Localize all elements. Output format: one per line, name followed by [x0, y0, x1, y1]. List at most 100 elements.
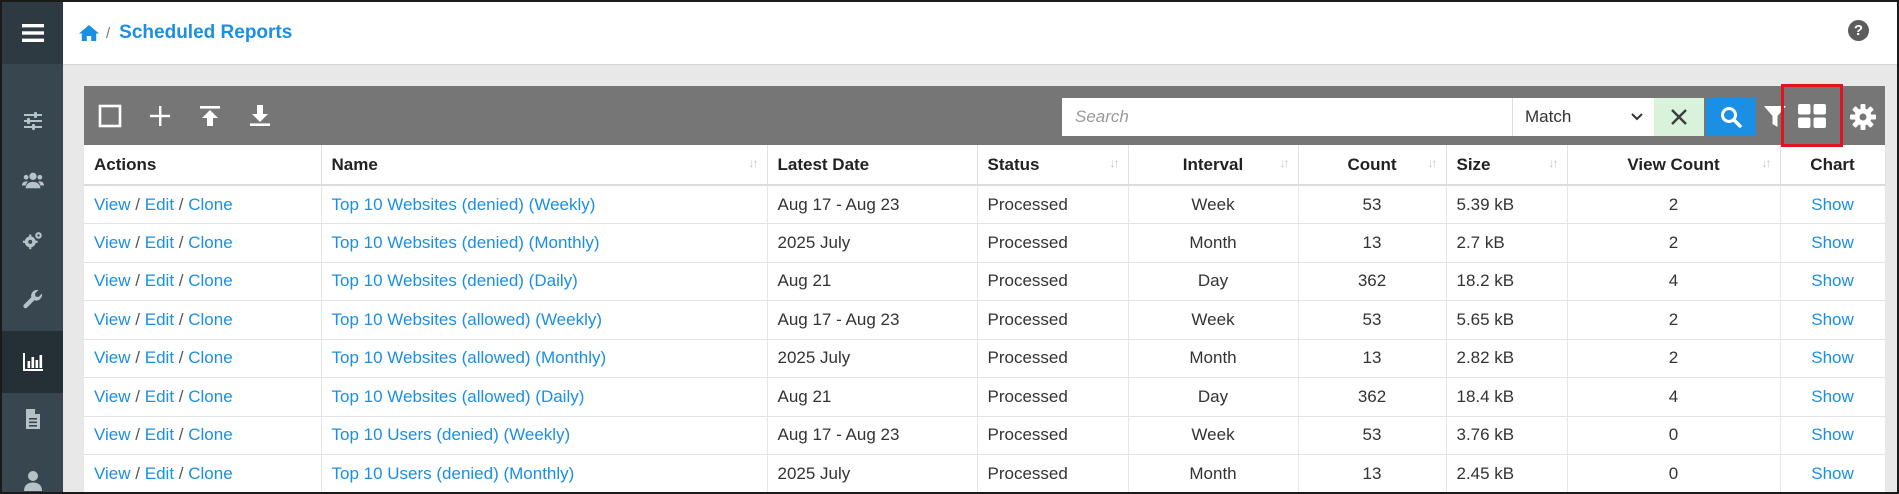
action-separator: /	[178, 348, 184, 368]
column-header-view-count[interactable]: View Count ↓↑	[1567, 145, 1781, 186]
report-name-link[interactable]: Top 10 Websites (denied) (Daily)	[332, 271, 578, 290]
show-chart-link[interactable]: Show	[1811, 464, 1854, 483]
report-name-link[interactable]: Top 10 Users (denied) (Weekly)	[332, 425, 571, 444]
clone-link[interactable]: Clone	[188, 233, 232, 252]
sidebar-item-tools[interactable]	[2, 268, 63, 330]
upload-icon	[200, 106, 220, 126]
column-header-status[interactable]: Status ↓↑	[977, 145, 1129, 186]
column-header-count[interactable]: Count ↓↑	[1298, 145, 1447, 186]
sidebar-item-account[interactable]	[2, 449, 63, 492]
grid-view-button[interactable]	[1781, 84, 1843, 147]
clone-link[interactable]: Clone	[188, 387, 232, 406]
sidebar-item-documents[interactable]	[2, 388, 63, 450]
clear-search-button[interactable]	[1654, 98, 1704, 136]
action-separator: /	[135, 194, 141, 214]
size-cell: 2.82 kB	[1446, 339, 1568, 378]
actions-cell: View / Edit / Clone	[84, 262, 322, 301]
interval-cell: Week	[1128, 300, 1299, 340]
actions-cell: View / Edit / Clone	[84, 339, 322, 378]
status-cell: Processed	[977, 300, 1129, 340]
edit-link[interactable]: Edit	[145, 348, 174, 367]
show-chart-link[interactable]: Show	[1811, 387, 1854, 406]
chart-cell: Show	[1780, 300, 1886, 340]
wrench-icon	[22, 289, 42, 309]
edit-link[interactable]: Edit	[145, 195, 174, 214]
sidebar-item-settings[interactable]	[2, 90, 63, 152]
upload-button[interactable]	[193, 99, 227, 133]
page-title[interactable]: Scheduled Reports	[119, 22, 292, 44]
column-header-interval[interactable]: Interval ↓↑	[1128, 145, 1299, 186]
view-link[interactable]: View	[94, 310, 131, 329]
view-link[interactable]: View	[94, 195, 131, 214]
edit-link[interactable]: Edit	[145, 464, 174, 483]
name-cell: Top 10 Websites (denied) (Monthly)	[321, 223, 768, 263]
report-name-link[interactable]: Top 10 Websites (allowed) (Weekly)	[332, 310, 603, 329]
settings-button[interactable]	[1846, 100, 1880, 134]
edit-link[interactable]: Edit	[145, 233, 174, 252]
edit-link[interactable]: Edit	[145, 387, 174, 406]
show-chart-link[interactable]: Show	[1811, 310, 1854, 329]
sort-icon: ↓↑	[1109, 156, 1120, 170]
view-link[interactable]: View	[94, 233, 131, 252]
edit-link[interactable]: Edit	[145, 271, 174, 290]
add-button[interactable]	[143, 99, 177, 133]
user-icon	[23, 471, 42, 491]
gears-icon	[22, 232, 42, 250]
show-chart-link[interactable]: Show	[1811, 271, 1854, 290]
chevron-down-icon	[1631, 113, 1643, 121]
show-chart-link[interactable]: Show	[1811, 348, 1854, 367]
menu-toggle-button[interactable]	[2, 2, 63, 64]
actions-cell: View / Edit / Clone	[84, 377, 322, 417]
clone-link[interactable]: Clone	[188, 425, 232, 444]
column-header-actions: Actions	[84, 145, 322, 186]
status-cell: Processed	[977, 377, 1129, 417]
edit-link[interactable]: Edit	[145, 425, 174, 444]
report-name-link[interactable]: Top 10 Users (denied) (Monthly)	[332, 464, 575, 483]
interval-cell: Day	[1128, 262, 1299, 301]
actions-cell: View / Edit / Clone	[84, 416, 322, 455]
view-link[interactable]: View	[94, 464, 131, 483]
clone-link[interactable]: Clone	[188, 348, 232, 367]
show-chart-link[interactable]: Show	[1811, 425, 1854, 444]
report-name-link[interactable]: Top 10 Websites (denied) (Weekly)	[332, 195, 596, 214]
chart-cell: Show	[1780, 185, 1886, 224]
view-link[interactable]: View	[94, 425, 131, 444]
action-separator: /	[135, 463, 141, 483]
search-input[interactable]	[1062, 98, 1512, 136]
column-header-size[interactable]: Size ↓↑	[1446, 145, 1568, 186]
view-link[interactable]: View	[94, 348, 131, 367]
home-icon[interactable]	[79, 24, 99, 42]
latest-date-cell: Aug 21	[767, 262, 978, 301]
count-cell: 53	[1298, 300, 1447, 340]
report-name-link[interactable]: Top 10 Websites (allowed) (Monthly)	[332, 348, 607, 367]
match-select[interactable]: Match	[1512, 98, 1654, 136]
download-button[interactable]	[243, 99, 277, 133]
interval-cell: Week	[1128, 185, 1299, 224]
sidebar-item-reports[interactable]	[2, 331, 63, 393]
view-link[interactable]: View	[94, 271, 131, 290]
edit-link[interactable]: Edit	[145, 310, 174, 329]
search-button[interactable]	[1706, 98, 1756, 136]
help-icon[interactable]: ?	[1848, 20, 1869, 41]
clone-link[interactable]: Clone	[188, 310, 232, 329]
sidebar-item-configuration[interactable]	[2, 209, 63, 271]
show-chart-link[interactable]: Show	[1811, 233, 1854, 252]
table-body: View / Edit / Clone Top 10 Websites (deni…	[84, 185, 1886, 492]
view-link[interactable]: View	[94, 387, 131, 406]
view-count-cell: 0	[1567, 416, 1781, 455]
select-all-checkbox[interactable]	[93, 99, 127, 133]
report-name-link[interactable]: Top 10 Websites (denied) (Monthly)	[332, 233, 600, 252]
show-chart-link[interactable]: Show	[1811, 195, 1854, 214]
table-row: View / Edit / Clone Top 10 Websites (deni…	[84, 223, 1886, 263]
report-name-link[interactable]: Top 10 Websites (allowed) (Daily)	[332, 387, 585, 406]
sidebar-item-users[interactable]	[2, 149, 63, 211]
count-cell: 362	[1298, 262, 1447, 301]
clone-link[interactable]: Clone	[188, 195, 232, 214]
interval-cell: Month	[1128, 339, 1299, 378]
column-header-name[interactable]: Name ↓↑	[321, 145, 768, 186]
clone-link[interactable]: Clone	[188, 464, 232, 483]
chart-cell: Show	[1780, 416, 1886, 455]
sidebar	[2, 2, 63, 492]
size-cell: 2.45 kB	[1446, 454, 1568, 492]
clone-link[interactable]: Clone	[188, 271, 232, 290]
